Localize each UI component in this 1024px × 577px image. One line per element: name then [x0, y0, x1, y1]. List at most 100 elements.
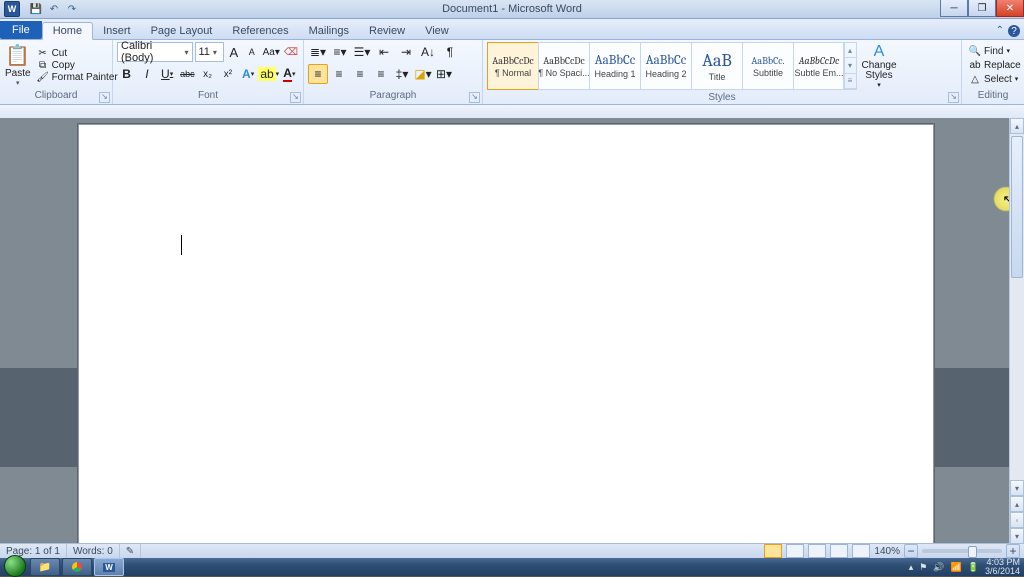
- outline-view-button[interactable]: [830, 544, 848, 558]
- tab-insert[interactable]: Insert: [93, 23, 141, 39]
- zoom-out-button[interactable]: −: [904, 544, 918, 558]
- multilevel-list-button[interactable]: ☰▾: [352, 42, 372, 62]
- help-icon[interactable]: ?: [1008, 25, 1020, 37]
- draft-view-button[interactable]: [852, 544, 870, 558]
- browse-object-button[interactable]: ◦: [1010, 512, 1024, 528]
- tray-volume-icon[interactable]: 🔊: [933, 562, 944, 573]
- page[interactable]: [78, 124, 934, 544]
- sort-button[interactable]: A↓: [418, 42, 438, 62]
- styles-launcher-icon[interactable]: ↘: [948, 92, 959, 103]
- close-button[interactable]: ✕: [996, 0, 1024, 17]
- align-right-button[interactable]: ≡: [350, 64, 370, 84]
- full-screen-view-button[interactable]: [786, 544, 804, 558]
- redo-icon[interactable]: ↷: [64, 1, 80, 17]
- taskbar-word-button[interactable]: W: [94, 558, 124, 576]
- tab-review[interactable]: Review: [359, 23, 415, 39]
- zoom-level[interactable]: 140%: [874, 546, 900, 557]
- highlight-button[interactable]: ab▾: [259, 64, 279, 84]
- styles-scroll-down-icon[interactable]: ▾: [844, 58, 856, 73]
- proofing-button[interactable]: ✎: [120, 544, 141, 558]
- tab-file[interactable]: File: [0, 21, 42, 39]
- minimize-ribbon-icon[interactable]: ⌃: [996, 25, 1004, 37]
- font-name-combo[interactable]: Calibri (Body)▾: [117, 42, 193, 62]
- tray-arrow-icon[interactable]: ▴: [909, 562, 914, 573]
- web-layout-view-button[interactable]: [808, 544, 826, 558]
- prev-page-button[interactable]: ▴: [1010, 496, 1024, 512]
- cut-button[interactable]: ✂Cut: [34, 47, 121, 59]
- scrollbar-thumb[interactable]: [1011, 136, 1023, 278]
- quick-access-toolbar: 💾 ↶ ↷: [28, 1, 80, 17]
- save-icon[interactable]: 💾: [28, 1, 44, 17]
- tray-network-icon[interactable]: 📶: [951, 562, 962, 573]
- tab-references[interactable]: References: [222, 23, 298, 39]
- tab-page-layout[interactable]: Page Layout: [141, 23, 223, 39]
- align-left-button[interactable]: ≡: [308, 64, 328, 84]
- underline-button[interactable]: U▾: [158, 64, 177, 84]
- zoom-slider-knob[interactable]: [968, 546, 977, 558]
- tab-mailings[interactable]: Mailings: [299, 23, 359, 39]
- style-subtle-em-[interactable]: AaBbCcDcSubtle Em...: [793, 42, 845, 90]
- styles-expand-icon[interactable]: ≡: [844, 74, 856, 89]
- strikethrough-button[interactable]: abc: [178, 64, 197, 84]
- superscript-button[interactable]: x²: [218, 64, 237, 84]
- minimize-button[interactable]: ─: [940, 0, 968, 17]
- italic-button[interactable]: I: [137, 64, 156, 84]
- copy-button[interactable]: ⧉Copy: [34, 59, 121, 71]
- print-layout-view-button[interactable]: [764, 544, 782, 558]
- show-hide-button[interactable]: ¶: [440, 42, 460, 62]
- next-page-button[interactable]: ▾: [1010, 528, 1024, 544]
- tab-view[interactable]: View: [415, 23, 459, 39]
- paragraph-launcher-icon[interactable]: ↘: [469, 92, 480, 103]
- taskbar-explorer-button[interactable]: 📁: [30, 558, 60, 576]
- increase-indent-button[interactable]: ⇥: [396, 42, 416, 62]
- scroll-down-button[interactable]: ▾: [1010, 480, 1024, 496]
- numbering-button[interactable]: ≡▾: [330, 42, 350, 62]
- select-button[interactable]: △Select▾: [966, 72, 1024, 86]
- tray-power-icon[interactable]: 🔋: [968, 562, 979, 573]
- paste-dropdown-icon[interactable]: ▾: [16, 79, 20, 87]
- shrink-font-button[interactable]: A: [244, 42, 260, 62]
- style-subtitle[interactable]: AaBbCc.Subtitle: [742, 42, 794, 90]
- font-launcher-icon[interactable]: ↘: [290, 92, 301, 103]
- line-spacing-button[interactable]: ‡▾: [392, 64, 412, 84]
- clear-formatting-button[interactable]: ⌫: [283, 42, 299, 62]
- shading-button[interactable]: ◪▾: [413, 64, 433, 84]
- font-color-button[interactable]: A▾: [280, 64, 299, 84]
- subscript-button[interactable]: x₂: [198, 64, 217, 84]
- zoom-slider[interactable]: [922, 549, 1002, 553]
- maximize-button[interactable]: ❐: [968, 0, 996, 17]
- font-size-combo[interactable]: 11▾: [195, 42, 224, 62]
- styles-scroll-up-icon[interactable]: ▴: [844, 43, 856, 58]
- style--normal[interactable]: AaBbCcDc¶ Normal: [487, 42, 539, 90]
- change-styles-button[interactable]: A Change Styles ▾: [861, 42, 897, 90]
- bullets-button[interactable]: ≣▾: [308, 42, 328, 62]
- zoom-in-button[interactable]: +: [1006, 544, 1020, 558]
- find-button[interactable]: 🔍Find▾: [966, 44, 1024, 58]
- style-title[interactable]: AaBTitle: [691, 42, 743, 90]
- word-count[interactable]: Words: 0: [67, 544, 120, 558]
- align-center-button[interactable]: ≡: [329, 64, 349, 84]
- taskbar-clock[interactable]: 4:03 PM 3/6/2014: [985, 558, 1020, 576]
- taskbar-chrome-button[interactable]: [62, 558, 92, 576]
- undo-icon[interactable]: ↶: [46, 1, 62, 17]
- borders-button[interactable]: ⊞▾: [434, 64, 454, 84]
- style--no-spaci-[interactable]: AaBbCcDc¶ No Spaci...: [538, 42, 590, 90]
- style-heading-1[interactable]: AaBbCcHeading 1: [589, 42, 641, 90]
- style-heading-2[interactable]: AaBbCcHeading 2: [640, 42, 692, 90]
- clipboard-launcher-icon[interactable]: ↘: [99, 92, 110, 103]
- scrollbar-track[interactable]: [1010, 134, 1024, 480]
- justify-button[interactable]: ≡: [371, 64, 391, 84]
- change-case-button[interactable]: Aa▾: [262, 42, 281, 62]
- replace-button[interactable]: abReplace: [966, 58, 1024, 72]
- bold-button[interactable]: B: [117, 64, 136, 84]
- text-effects-button[interactable]: A▾: [239, 64, 258, 84]
- tray-flag-icon[interactable]: ⚑: [919, 562, 927, 573]
- decrease-indent-button[interactable]: ⇤: [374, 42, 394, 62]
- vertical-scrollbar[interactable]: ▴ ▾ ▴ ◦ ▾: [1009, 118, 1024, 544]
- format-painter-button[interactable]: 🖌Format Painter: [34, 71, 121, 83]
- paste-button[interactable]: 📋 Paste ▾: [4, 42, 32, 88]
- scroll-up-button[interactable]: ▴: [1010, 118, 1024, 134]
- start-button[interactable]: [4, 555, 26, 577]
- tab-home[interactable]: Home: [42, 22, 93, 40]
- grow-font-button[interactable]: A: [226, 42, 242, 62]
